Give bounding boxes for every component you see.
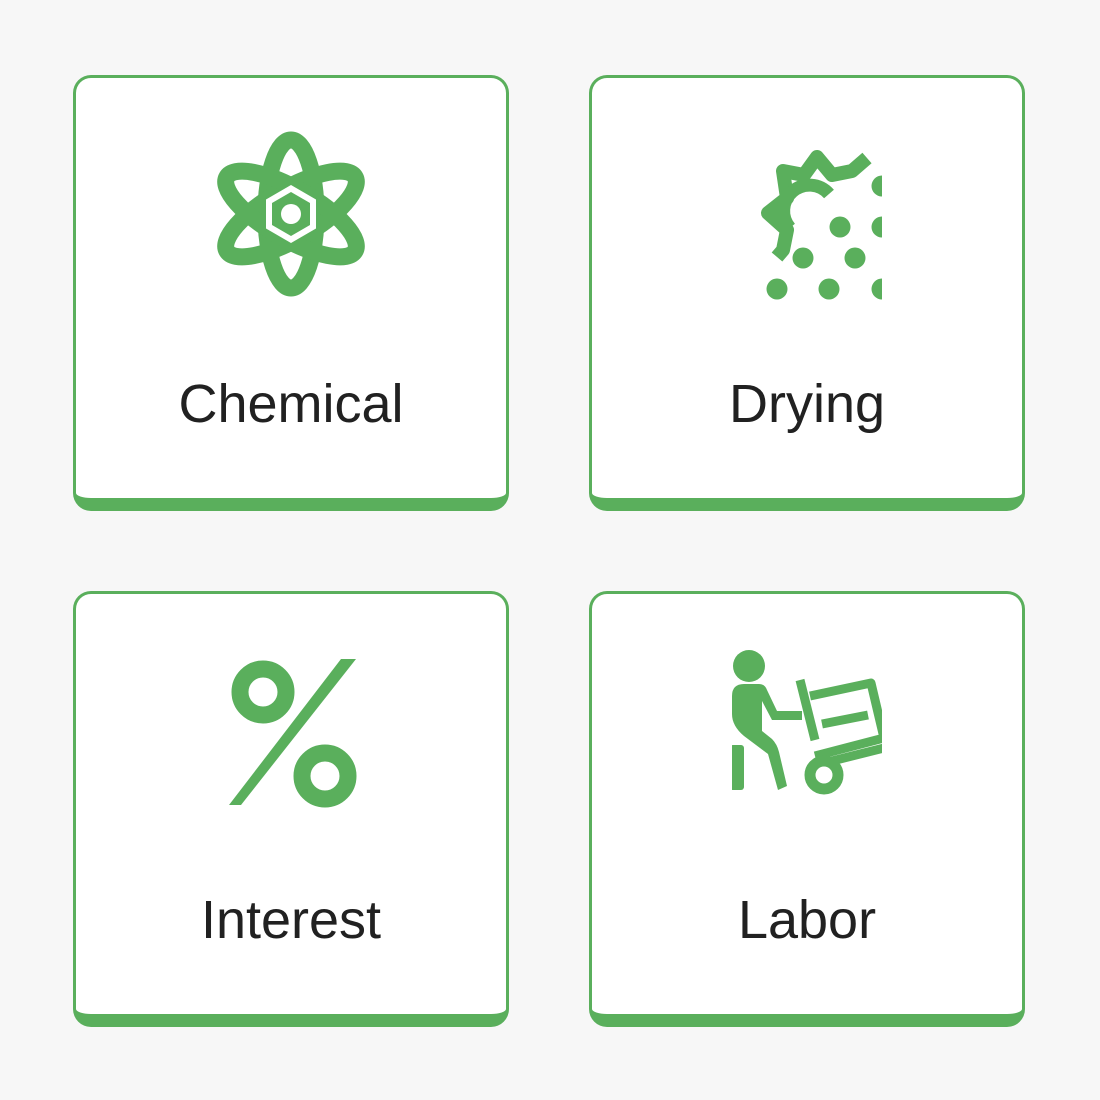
- tile-interest[interactable]: Interest: [73, 591, 509, 1027]
- hand-truck-worker-icon: [732, 646, 882, 822]
- percent-icon: [216, 646, 366, 822]
- tile-drying[interactable]: Drying: [589, 75, 1025, 511]
- tile-label: Chemical: [178, 374, 404, 434]
- sun-dots-icon: [732, 130, 882, 306]
- tile-labor[interactable]: Labor: [589, 591, 1025, 1027]
- atom-icon: [216, 130, 366, 306]
- tile-label: Labor: [737, 890, 877, 950]
- tile-label: Interest: [200, 890, 382, 950]
- tile-label: Drying: [728, 374, 886, 434]
- tile-chemical[interactable]: Chemical: [73, 75, 509, 511]
